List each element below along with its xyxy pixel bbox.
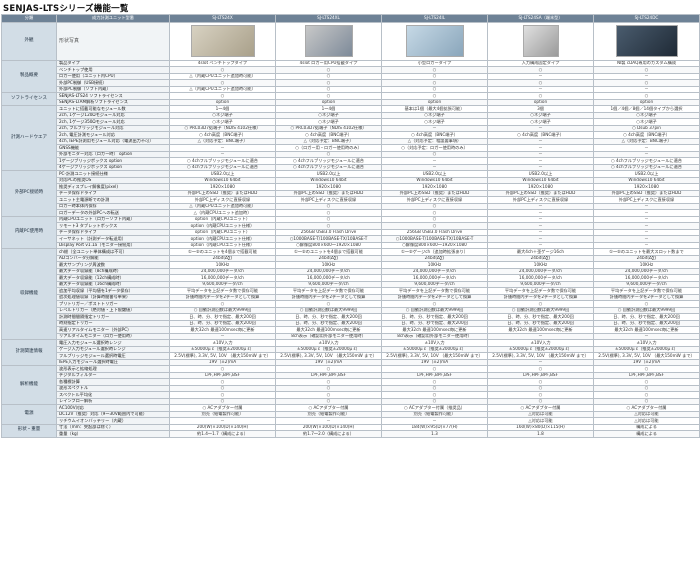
value-cell: 1.8 — [487, 430, 594, 438]
product-photo-24sa — [522, 25, 559, 57]
page-title: SENJAS-LTSシリーズ機能一覧 — [3, 4, 129, 14]
category-cell: 電源 — [1, 404, 57, 425]
header-model-24xl: SJ-LTS24XL — [275, 14, 382, 23]
category-cell: 収録機能 — [1, 248, 57, 340]
header-model-24x: SJ-LTS24X — [169, 14, 276, 23]
photo-label: 形状写真 — [56, 21, 170, 61]
category-cell: ソフトライセンス — [1, 92, 57, 106]
category-cell: 外部PC接続時 — [1, 170, 57, 217]
header-category: 分類 — [1, 14, 57, 23]
category-cell: 解析機能 — [1, 365, 57, 405]
category-cell: 形状・重量 — [1, 423, 57, 438]
product-photo-24xl — [304, 25, 353, 57]
product-photo-24dc — [615, 25, 678, 57]
header-feature: 成力計測ユニット型番 — [56, 14, 170, 23]
photo-row: 外観 形状写真 — [1, 21, 700, 61]
category-cell: 計測関連情報 — [1, 339, 57, 366]
feature-cell: 重量（kg） — [56, 430, 170, 438]
value-cell: 約1.4〜1.7（構成による） — [169, 430, 276, 438]
header-row: 分類 成力計測ユニット型番 SJ-LTS24X SJ-LTS24XL SJ-LT… — [1, 14, 700, 23]
category-cell: 計測ハードウエア — [1, 105, 57, 171]
category-cell: 製品概要 — [1, 59, 57, 93]
value-cell: 構成による — [593, 430, 700, 438]
product-photo-24x — [190, 25, 255, 57]
photo-label-text: 形状写真 — [59, 37, 80, 44]
category-cell: 内蔵PC使用時 — [1, 215, 57, 249]
product-photo-24il — [405, 25, 464, 57]
value-cell: 1.3 — [381, 430, 488, 438]
spec-table: 分類 成力計測ユニット型番 SJ-LTS24X SJ-LTS24XL SJ-LT… — [1, 14, 700, 438]
header-model-24dc: SJ-LTS24DC — [593, 14, 700, 23]
header-model-24il: SJ-LTS24IL — [381, 14, 488, 23]
value-cell: 約1.7〜2.0（構成による） — [275, 430, 382, 438]
table-row: 重量（kg） 約1.4〜1.7（構成による） 約1.7〜2.0（構成による） 1.3 1… — [2, 430, 700, 438]
category-cell: 外観 — [1, 21, 57, 61]
header-model-24sa: SJ-LTS24SA（端末型） — [487, 14, 594, 23]
